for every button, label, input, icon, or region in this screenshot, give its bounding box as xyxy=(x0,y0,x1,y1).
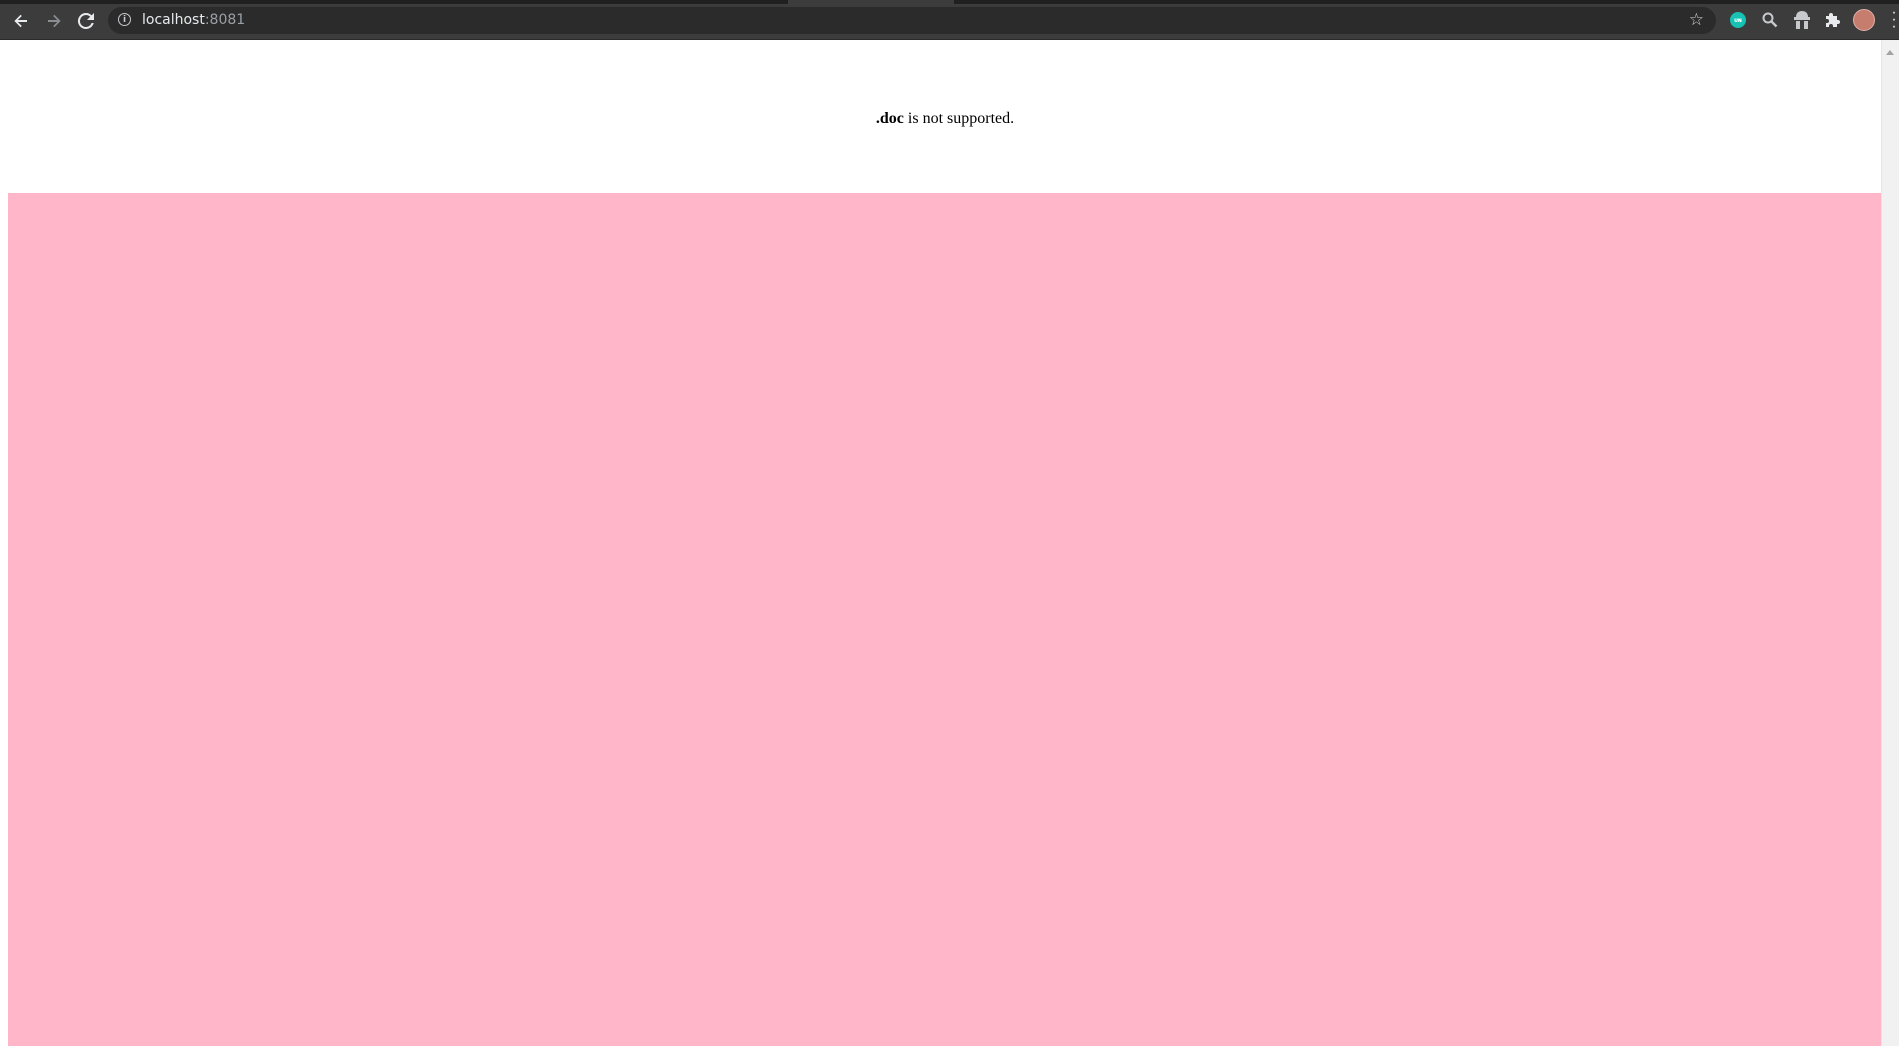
file-extension: .doc xyxy=(875,110,904,127)
forward-arrow-icon[interactable] xyxy=(41,8,67,34)
url-text[interactable]: localhost:8081 xyxy=(142,12,245,28)
profile-avatar-button[interactable] xyxy=(1853,9,1875,31)
puzzle-icon[interactable] xyxy=(1822,9,1844,31)
extension-icon[interactable]: ᴜɴ xyxy=(1730,12,1746,28)
url-port: :8081 xyxy=(204,12,246,28)
extension-badge-text: ᴜɴ xyxy=(1733,16,1743,24)
unsupported-message: .doc is not supported. xyxy=(0,110,1890,128)
address-bar[interactable]: i localhost:8081 ☆ xyxy=(108,7,1716,34)
browser-toolbar: i localhost:8081 ☆ ᴜɴ · · · xyxy=(0,0,1899,40)
tab-strip xyxy=(0,0,1899,4)
hat-extension-icon[interactable] xyxy=(1791,9,1813,31)
vertical-scrollbar[interactable] xyxy=(1881,40,1899,1046)
reload-icon[interactable] xyxy=(73,8,99,34)
avatar xyxy=(1853,9,1875,31)
site-info-icon[interactable]: i xyxy=(118,13,131,26)
more-vert-icon[interactable]: · · · xyxy=(1891,5,1897,35)
search-icon[interactable] xyxy=(1759,9,1781,31)
star-icon[interactable]: ☆ xyxy=(1689,10,1704,30)
active-tab-indicator xyxy=(788,0,954,4)
document-preview-area xyxy=(8,193,1881,1046)
unsupported-text: is not supported. xyxy=(903,110,1015,127)
scroll-up-arrow-icon[interactable] xyxy=(1886,50,1894,55)
back-arrow-icon[interactable] xyxy=(8,8,34,34)
url-host: localhost xyxy=(142,12,205,28)
